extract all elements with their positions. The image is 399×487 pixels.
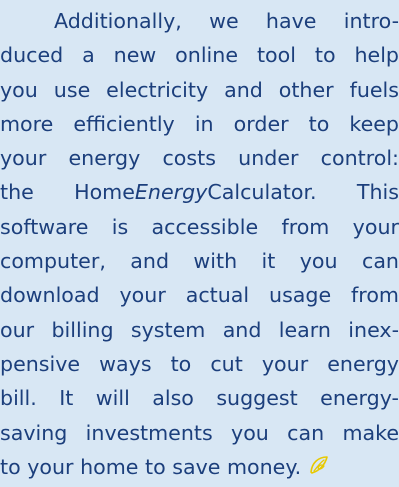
text-line: software is accessible from your xyxy=(0,214,399,239)
text-line: Additionally, we have intro- xyxy=(54,9,399,33)
text-line: the HomeEnergyCalculator. This xyxy=(0,175,399,209)
text-line: your energy costs under control: xyxy=(0,146,399,171)
text-fragment: to your home to save money. xyxy=(0,454,302,479)
text-line: duced a new online tool to help xyxy=(0,43,399,68)
text-line: more efficiently in order to keep xyxy=(0,111,399,136)
text-line: computer, and with it you can xyxy=(0,249,399,274)
text-line: saving investments you can make xyxy=(0,420,399,445)
text-line: bill. It will also suggest energy- xyxy=(0,386,399,411)
text-line: pensive ways to cut your energy xyxy=(0,351,399,376)
text-line: download your actual usage from xyxy=(0,283,399,308)
text-line: to your home to save money. xyxy=(0,450,399,484)
leaf-swirl-icon xyxy=(307,453,331,487)
text-line: you use electricity and other fuels xyxy=(0,77,399,102)
article-body: Additionally, we have intro- duced a new… xyxy=(0,4,399,484)
text-line: our billing system and learn inex- xyxy=(0,317,399,342)
product-name-part: the Home xyxy=(0,180,135,205)
text-fragment: Calculator. This xyxy=(207,180,399,205)
product-name-emphasis: Energy xyxy=(134,180,208,205)
